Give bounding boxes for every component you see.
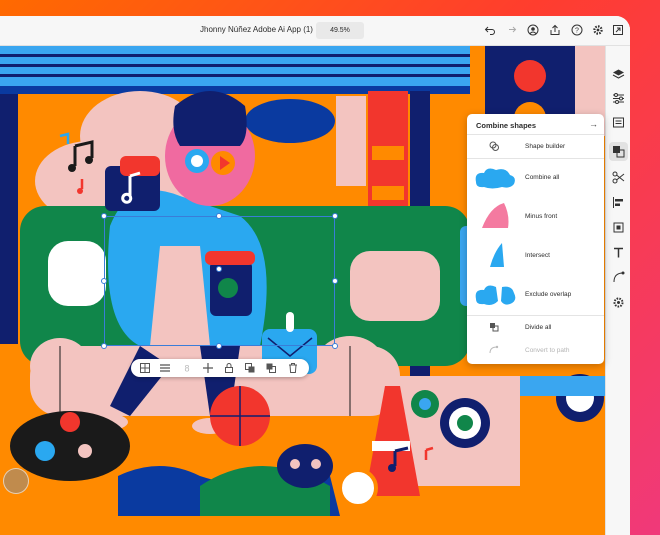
- shape-builder-row[interactable]: Shape builder: [467, 136, 604, 156]
- panel-divider: [467, 315, 604, 316]
- resize-handle-top-left[interactable]: [101, 213, 107, 219]
- document-title[interactable]: Jhonny Núñez Adobe Ai App (1): [200, 25, 313, 34]
- settings-icon[interactable]: [592, 24, 604, 36]
- collaborate-icon[interactable]: [527, 24, 539, 36]
- exclude-overlap-thumbnail: [472, 279, 518, 309]
- resize-handle-bottom-right[interactable]: [332, 343, 338, 349]
- combine-all-thumbnail: [472, 162, 518, 192]
- minus-front-thumbnail: [472, 201, 518, 231]
- selection-bounding-box[interactable]: [104, 216, 335, 346]
- panel-expand-arrow-icon[interactable]: →: [589, 119, 598, 129]
- exclude-overlap-row[interactable]: Exclude overlap: [467, 277, 604, 311]
- convert-to-path-icon: [489, 345, 499, 355]
- help-icon[interactable]: ?: [571, 24, 583, 36]
- distribute-icon[interactable]: [159, 362, 171, 374]
- transform-icon[interactable]: [612, 221, 625, 234]
- resize-handle-right[interactable]: [332, 278, 338, 284]
- canvas-scroll-knob[interactable]: [3, 468, 29, 494]
- combine-shapes-icon[interactable]: [609, 142, 628, 161]
- app-window: Jhonny Núñez Adobe Ai App (1) 49.5% ? 8 …: [0, 16, 630, 535]
- libraries-icon[interactable]: [612, 116, 625, 129]
- move-icon[interactable]: [202, 362, 214, 374]
- divide-all-label: Divide all: [525, 324, 552, 331]
- panel-title: Combine shapes: [476, 121, 537, 130]
- delete-icon[interactable]: [287, 362, 299, 374]
- pattern-icon[interactable]: [139, 362, 151, 374]
- path-icon[interactable]: [612, 271, 625, 284]
- combine-all-label: Combine all: [525, 174, 560, 181]
- intersect-thumbnail: [472, 240, 518, 270]
- intersect-label: Intersect: [525, 252, 550, 259]
- shape-builder-label: Shape builder: [525, 143, 566, 150]
- resize-handle-bottom[interactable]: [216, 343, 222, 349]
- fullscreen-icon[interactable]: [612, 24, 624, 36]
- align-icon[interactable]: [612, 196, 625, 209]
- layers-icon[interactable]: [612, 68, 625, 81]
- scissors-icon[interactable]: [612, 171, 625, 184]
- minus-front-label: Minus front: [525, 213, 558, 220]
- right-panel-rail: [605, 46, 630, 535]
- share-icon[interactable]: [549, 24, 561, 36]
- zoom-field[interactable]: 49.5%: [316, 22, 364, 39]
- contextual-task-bar: 8: [131, 359, 309, 377]
- divide-all-icon: [489, 322, 499, 332]
- resize-handle-bottom-left[interactable]: [101, 343, 107, 349]
- settings-gear-icon[interactable]: [612, 296, 625, 309]
- lock-count-icon[interactable]: 8: [181, 362, 193, 374]
- svg-text:?: ?: [575, 28, 579, 35]
- arrange-front-icon[interactable]: [244, 362, 256, 374]
- svg-text:8: 8: [184, 364, 189, 374]
- exclude-overlap-label: Exclude overlap: [525, 291, 572, 298]
- panel-divider: [467, 158, 604, 159]
- undo-icon[interactable]: [484, 24, 496, 36]
- shape-builder-icon: [489, 141, 499, 151]
- top-toolbar: Jhonny Núñez Adobe Ai App (1) 49.5% ?: [0, 16, 630, 46]
- redo-icon[interactable]: [505, 24, 517, 36]
- combine-all-row[interactable]: Combine all: [467, 160, 604, 194]
- duplicate-icon[interactable]: [265, 362, 277, 374]
- divide-all-row[interactable]: Divide all: [467, 317, 604, 337]
- minus-front-row[interactable]: Minus front: [467, 199, 604, 233]
- combine-shapes-panel: Combine shapes → Shape builder Combine a…: [467, 114, 604, 364]
- center-handle[interactable]: [216, 266, 222, 272]
- resize-handle-top-right[interactable]: [332, 213, 338, 219]
- intersect-row[interactable]: Intersect: [467, 238, 604, 272]
- resize-handle-top[interactable]: [216, 213, 222, 219]
- lock-icon[interactable]: [223, 362, 235, 374]
- panel-divider: [467, 134, 604, 135]
- properties-icon[interactable]: [612, 92, 625, 105]
- text-icon[interactable]: [612, 246, 625, 259]
- convert-to-path-row[interactable]: Convert to path: [467, 340, 604, 360]
- resize-handle-left[interactable]: [101, 278, 107, 284]
- convert-to-path-label: Convert to path: [525, 347, 570, 354]
